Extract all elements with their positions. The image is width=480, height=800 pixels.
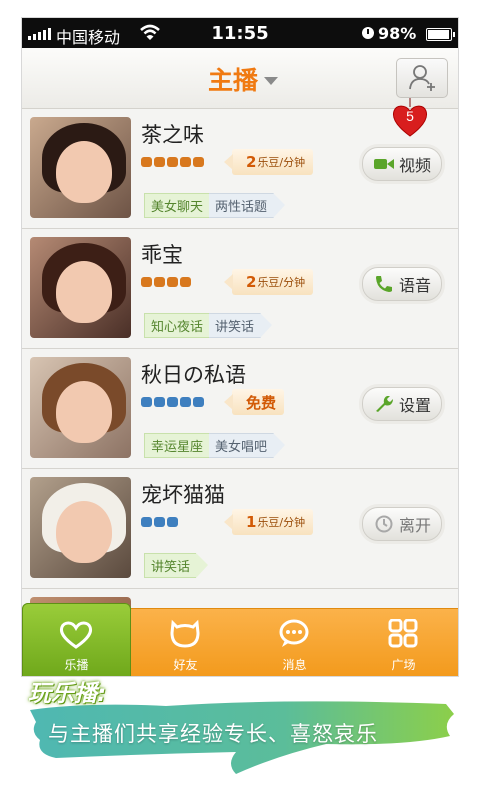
host-tag: 两性话题 <box>209 193 286 218</box>
host-row[interactable]: 秋日の私语 免费 幸运星座 美女唱吧 设置 <box>22 349 458 469</box>
level-icons <box>141 157 204 167</box>
level-icon <box>154 397 165 407</box>
price-tag: 2 乐豆/分钟 <box>223 149 314 175</box>
chevron-down-icon <box>264 77 279 85</box>
price-value: 2 <box>246 273 257 291</box>
host-tag: 讲笑话 <box>209 313 273 338</box>
level-icons <box>141 397 204 407</box>
status-button[interactable]: 设置 <box>362 387 442 421</box>
price-value: 2 <box>246 153 257 171</box>
tab-friends[interactable]: 好友 <box>131 609 240 676</box>
host-name: 乖宝 <box>141 243 183 267</box>
status-label: 语音 <box>398 276 431 295</box>
level-icon <box>141 157 152 167</box>
status-button[interactable]: 离开 <box>362 507 442 541</box>
tab-messages[interactable]: 消息 <box>240 609 349 676</box>
status-button[interactable]: 视频 <box>362 147 442 181</box>
clock-icon <box>373 515 395 533</box>
tab-lebo[interactable]: 乐播 <box>22 603 131 676</box>
price-unit: 乐豆/分钟 <box>257 516 306 529</box>
tab-plaza[interactable]: 广场 <box>349 609 458 676</box>
status-label: 离开 <box>398 516 431 535</box>
avatar[interactable] <box>30 117 131 218</box>
price-unit: 乐豆/分钟 <box>257 276 306 289</box>
level-icons <box>141 277 191 287</box>
host-tag: 幸运星座 <box>144 433 210 458</box>
host-name: 宠坏猫猫 <box>141 483 225 507</box>
tag-list: 知心夜话 讲笑话 <box>144 313 273 338</box>
page-title: 主播 <box>208 66 259 95</box>
host-row[interactable]: 宠坏猫猫 1 乐豆/分钟 讲笑话 离开 <box>22 469 458 589</box>
status-label: 设置 <box>398 396 431 415</box>
avatar[interactable] <box>30 477 131 578</box>
banner-subtitle: 与主播们共享经验专长、喜怒哀乐 <box>48 722 378 746</box>
battery-icon <box>426 28 455 41</box>
wrench-icon <box>373 395 395 413</box>
battery-percent: 98% <box>378 24 417 43</box>
level-icon <box>167 517 178 527</box>
tab-label: 消息 <box>282 658 307 672</box>
tag-list: 美女聊天 两性话题 <box>144 193 286 218</box>
level-icon <box>141 277 152 287</box>
price-value: 免费 <box>246 393 277 412</box>
price-tag: 2 乐豆/分钟 <box>223 269 314 295</box>
host-tag: 美女唱吧 <box>209 433 286 458</box>
level-icon <box>193 397 204 407</box>
add-user-icon <box>409 65 435 91</box>
tab-label: 好友 <box>173 658 198 672</box>
host-name: 秋日の私语 <box>141 363 246 387</box>
level-icon <box>154 277 165 287</box>
banner-title: 玩乐播: <box>28 681 107 707</box>
level-icon <box>141 397 152 407</box>
host-tag: 知心夜话 <box>144 313 210 338</box>
level-icon <box>154 157 165 167</box>
avatar[interactable] <box>30 237 131 338</box>
level-icon <box>180 157 191 167</box>
price-tag: 1 乐豆/分钟 <box>223 509 314 535</box>
phone-icon <box>373 275 395 293</box>
price-tag: 免费 <box>223 389 285 415</box>
price-unit: 乐豆/分钟 <box>257 156 306 169</box>
add-friend-button[interactable] <box>396 58 448 98</box>
badge-count: 5 <box>406 108 414 124</box>
tag-list: 讲笑话 <box>144 553 209 578</box>
host-tag: 讲笑话 <box>144 553 209 578</box>
price-value: 1 <box>246 513 257 531</box>
title-dropdown[interactable]: 主播 <box>208 61 279 97</box>
level-icon <box>154 517 165 527</box>
status-bar: 中国移动 11:55 98% <box>22 18 458 48</box>
host-list: 茶之味 2 乐豆/分钟 美女聊天 两性话题 视频 乖宝 2 乐豆/分钟 知心夜话 讲笑话… <box>22 109 458 676</box>
host-tag: 美女聊天 <box>144 193 210 218</box>
alarm-icon <box>362 27 374 39</box>
avatar[interactable] <box>30 357 131 458</box>
tab-label: 广场 <box>391 658 416 672</box>
status-label: 视频 <box>398 156 431 175</box>
tab-bar: 乐播 好友 消息 广场 <box>22 603 458 676</box>
level-icon <box>167 397 178 407</box>
tag-list: 幸运星座 美女唱吧 <box>144 433 286 458</box>
video-icon <box>373 155 395 173</box>
host-row[interactable]: 乖宝 2 乐豆/分钟 知心夜话 讲笑话 语音 <box>22 229 458 349</box>
status-button[interactable]: 语音 <box>362 267 442 301</box>
level-icon <box>193 157 204 167</box>
host-name: 茶之味 <box>141 123 204 147</box>
level-icon <box>180 277 191 287</box>
level-icons <box>141 517 178 527</box>
level-icon <box>167 157 178 167</box>
tab-label: 乐播 <box>64 658 89 672</box>
level-icon <box>167 277 178 287</box>
level-icon <box>180 397 191 407</box>
level-icon <box>141 517 152 527</box>
notification-badge[interactable]: 5 <box>391 98 429 138</box>
